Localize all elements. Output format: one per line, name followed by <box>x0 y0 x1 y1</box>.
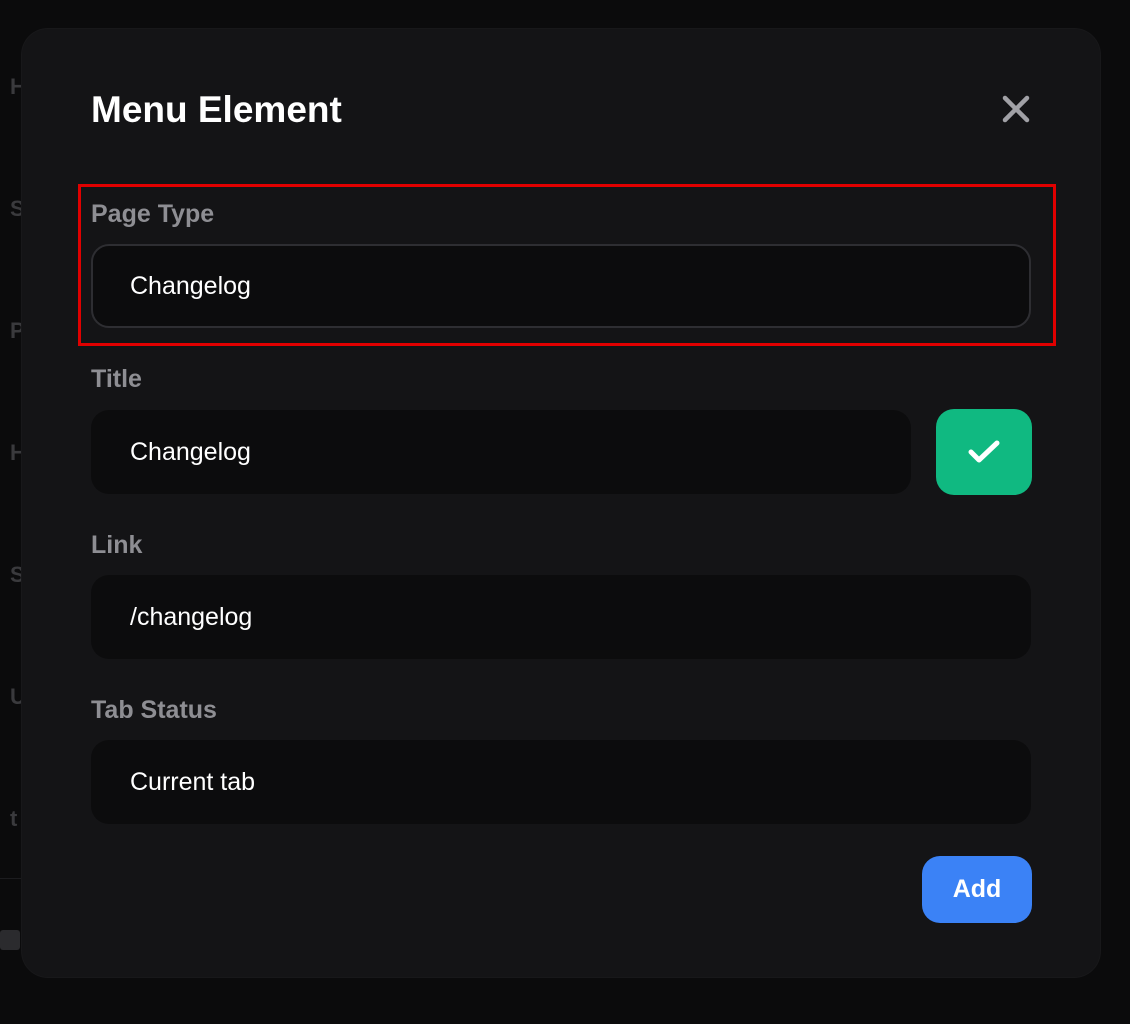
close-icon <box>1002 95 1030 123</box>
link-value: /changelog <box>130 602 253 631</box>
title-value: Changelog <box>130 437 251 466</box>
checkmark-icon <box>968 440 1000 463</box>
menu-element-modal: Menu Element Page Type Changelog Title C… <box>22 29 1100 977</box>
title-input[interactable]: Changelog <box>91 410 911 494</box>
link-label: Link <box>91 531 143 559</box>
page-type-value: Changelog <box>130 271 251 300</box>
add-button[interactable]: Add <box>922 856 1032 923</box>
title-label: Title <box>91 365 142 393</box>
close-button[interactable] <box>994 91 1038 129</box>
tab-status-label: Tab Status <box>91 696 217 724</box>
modal-title: Menu Element <box>91 89 342 130</box>
background-text-fragment: t <box>10 806 18 831</box>
page-type-label: Page Type <box>91 200 215 228</box>
tab-status-select[interactable]: Current tab <box>91 740 1031 824</box>
background-image-icon <box>0 930 20 950</box>
confirm-title-button[interactable] <box>936 409 1032 495</box>
link-input[interactable]: /changelog <box>91 575 1031 659</box>
tab-status-value: Current tab <box>130 767 256 796</box>
page-type-select[interactable]: Changelog <box>91 244 1031 328</box>
